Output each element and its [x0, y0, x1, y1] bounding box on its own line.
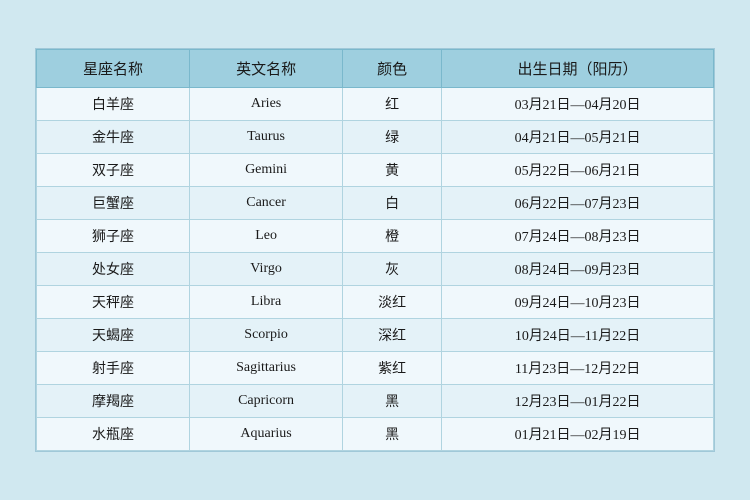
cell-dates: 06月22日—07月23日: [442, 187, 714, 220]
table-row: 摩羯座Capricorn黑12月23日—01月22日: [37, 385, 714, 418]
cell-english-name: Leo: [190, 220, 343, 253]
cell-color: 灰: [343, 253, 442, 286]
cell-english-name: Gemini: [190, 154, 343, 187]
table-row: 巨蟹座Cancer白06月22日—07月23日: [37, 187, 714, 220]
table-row: 天蝎座Scorpio深红10月24日—11月22日: [37, 319, 714, 352]
table-row: 狮子座Leo橙07月24日—08月23日: [37, 220, 714, 253]
cell-color: 深红: [343, 319, 442, 352]
cell-color: 紫红: [343, 352, 442, 385]
cell-chinese-name: 天蝎座: [37, 319, 190, 352]
cell-dates: 07月24日—08月23日: [442, 220, 714, 253]
cell-dates: 11月23日—12月22日: [442, 352, 714, 385]
table-row: 双子座Gemini黄05月22日—06月21日: [37, 154, 714, 187]
table-row: 处女座Virgo灰08月24日—09月23日: [37, 253, 714, 286]
cell-dates: 01月21日—02月19日: [442, 418, 714, 451]
col-header-chinese: 星座名称: [37, 50, 190, 88]
cell-dates: 04月21日—05月21日: [442, 121, 714, 154]
cell-color: 绿: [343, 121, 442, 154]
cell-color: 橙: [343, 220, 442, 253]
cell-english-name: Sagittarius: [190, 352, 343, 385]
cell-english-name: Aquarius: [190, 418, 343, 451]
cell-color: 黑: [343, 385, 442, 418]
cell-english-name: Libra: [190, 286, 343, 319]
cell-chinese-name: 金牛座: [37, 121, 190, 154]
cell-english-name: Scorpio: [190, 319, 343, 352]
cell-english-name: Virgo: [190, 253, 343, 286]
cell-chinese-name: 白羊座: [37, 88, 190, 121]
col-header-color: 颜色: [343, 50, 442, 88]
cell-english-name: Taurus: [190, 121, 343, 154]
cell-color: 黑: [343, 418, 442, 451]
cell-chinese-name: 摩羯座: [37, 385, 190, 418]
table-row: 金牛座Taurus绿04月21日—05月21日: [37, 121, 714, 154]
cell-chinese-name: 水瓶座: [37, 418, 190, 451]
cell-color: 白: [343, 187, 442, 220]
cell-dates: 12月23日—01月22日: [442, 385, 714, 418]
cell-dates: 08月24日—09月23日: [442, 253, 714, 286]
table-header-row: 星座名称 英文名称 颜色 出生日期（阳历）: [37, 50, 714, 88]
cell-chinese-name: 射手座: [37, 352, 190, 385]
cell-chinese-name: 双子座: [37, 154, 190, 187]
cell-color: 红: [343, 88, 442, 121]
table-row: 天秤座Libra淡红09月24日—10月23日: [37, 286, 714, 319]
table-row: 白羊座Aries红03月21日—04月20日: [37, 88, 714, 121]
cell-chinese-name: 天秤座: [37, 286, 190, 319]
col-header-dates: 出生日期（阳历）: [442, 50, 714, 88]
zodiac-table-container: 星座名称 英文名称 颜色 出生日期（阳历） 白羊座Aries红03月21日—04…: [35, 48, 715, 452]
cell-english-name: Cancer: [190, 187, 343, 220]
cell-dates: 10月24日—11月22日: [442, 319, 714, 352]
cell-dates: 09月24日—10月23日: [442, 286, 714, 319]
zodiac-table: 星座名称 英文名称 颜色 出生日期（阳历） 白羊座Aries红03月21日—04…: [36, 49, 714, 451]
table-row: 水瓶座Aquarius黑01月21日—02月19日: [37, 418, 714, 451]
cell-color: 淡红: [343, 286, 442, 319]
cell-english-name: Aries: [190, 88, 343, 121]
table-row: 射手座Sagittarius紫红11月23日—12月22日: [37, 352, 714, 385]
cell-chinese-name: 处女座: [37, 253, 190, 286]
cell-chinese-name: 巨蟹座: [37, 187, 190, 220]
cell-dates: 05月22日—06月21日: [442, 154, 714, 187]
cell-chinese-name: 狮子座: [37, 220, 190, 253]
cell-color: 黄: [343, 154, 442, 187]
col-header-english: 英文名称: [190, 50, 343, 88]
cell-dates: 03月21日—04月20日: [442, 88, 714, 121]
table-body: 白羊座Aries红03月21日—04月20日金牛座Taurus绿04月21日—0…: [37, 88, 714, 451]
cell-english-name: Capricorn: [190, 385, 343, 418]
